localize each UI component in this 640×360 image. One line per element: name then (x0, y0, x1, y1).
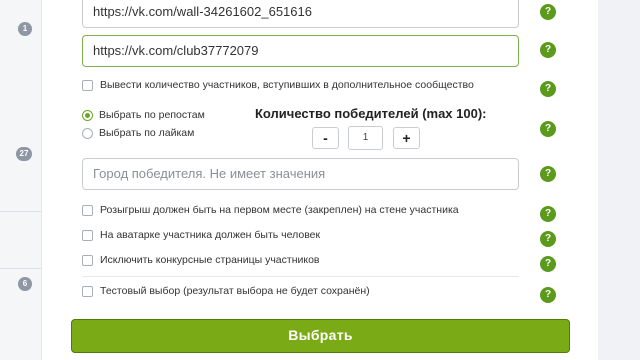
divider (82, 276, 519, 277)
winners-count-title: Количество победителей (max 100): (255, 106, 487, 121)
left-sidebar: 1 27 6 (0, 0, 42, 360)
club-url-input[interactable]: https://vk.com/club37772079 (82, 35, 519, 67)
help-icon[interactable]: ? (540, 81, 556, 97)
checkbox[interactable] (82, 254, 93, 266)
test-run-option[interactable]: Тестовый выбор (результат выбора не буде… (82, 285, 370, 297)
help-icon[interactable]: ? (540, 256, 556, 272)
radio-label: Выбрать по репостам (99, 109, 205, 121)
help-icon[interactable]: ? (540, 287, 556, 303)
pinned-option[interactable]: Розыгрыш должен быть на первом месте (за… (82, 204, 459, 216)
winners-count-input[interactable]: 1 (348, 126, 383, 150)
radio-label: Выбрать по лайкам (99, 127, 195, 139)
exclude-contest-pages-option[interactable]: Исключить конкурсные страницы участников (82, 254, 320, 266)
checkbox[interactable] (82, 204, 93, 216)
help-icon[interactable]: ? (540, 4, 556, 20)
by-likes-option[interactable]: Выбрать по лайкам (82, 127, 194, 139)
help-icon[interactable]: ? (540, 42, 556, 58)
post-url-input[interactable]: https://vk.com/wall-34261602_651616 (82, 0, 519, 28)
count-badge: 27 (16, 147, 32, 161)
checkbox-label: Вывести количество участников, вступивши… (100, 79, 474, 91)
right-gutter (598, 0, 640, 360)
checkbox[interactable] (82, 229, 93, 241)
help-icon[interactable]: ? (540, 206, 556, 222)
count-badge: 6 (18, 277, 32, 291)
decrement-button[interactable]: - (312, 127, 339, 149)
radio-button-selected[interactable] (82, 109, 93, 121)
sidebar-divider (0, 211, 42, 212)
increment-button[interactable]: + (393, 127, 420, 149)
avatar-option[interactable]: На аватарке участника должен быть челове… (82, 229, 320, 241)
radio-button[interactable] (82, 127, 93, 139)
checkbox[interactable] (82, 285, 93, 297)
show-extra-community-option[interactable]: Вывести количество участников, вступивши… (82, 79, 474, 91)
help-icon[interactable]: ? (540, 166, 556, 182)
help-icon[interactable]: ? (540, 121, 556, 137)
count-badge: 1 (18, 22, 32, 36)
help-icon[interactable]: ? (540, 231, 556, 247)
checkbox[interactable] (82, 79, 93, 91)
city-input[interactable]: Город победителя. Не имеет значения (82, 158, 519, 190)
checkbox-label: Тестовый выбор (результат выбора не буде… (100, 285, 370, 297)
sidebar-divider (0, 268, 42, 269)
submit-button[interactable]: Выбрать (71, 319, 570, 353)
checkbox-label: Розыгрыш должен быть на первом месте (за… (100, 204, 459, 216)
by-reposts-option[interactable]: Выбрать по репостам (82, 109, 205, 121)
checkbox-label: Исключить конкурсные страницы участников (100, 254, 320, 266)
checkbox-label: На аватарке участника должен быть челове… (100, 229, 321, 241)
